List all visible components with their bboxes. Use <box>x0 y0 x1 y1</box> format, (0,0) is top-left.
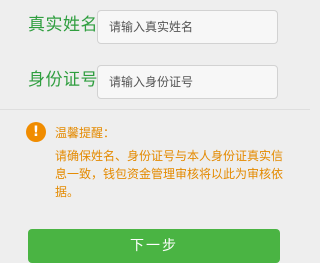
name-row: 真实姓名 <box>0 5 310 49</box>
name-input[interactable] <box>97 10 278 44</box>
name-label: 真实姓名 <box>28 15 98 35</box>
id-row: 身份证号 <box>0 60 310 104</box>
next-button[interactable]: 下一步 <box>28 229 280 263</box>
notice-title: 温馨提醒： <box>55 126 116 140</box>
id-label: 身份证号 <box>28 70 98 90</box>
notice-text: 请确保姓名、身份证号与本人身份证真实信息一致，钱包资金管理审核将以此为审核依据。 <box>55 149 284 199</box>
divider <box>0 109 310 110</box>
id-number-input[interactable] <box>97 65 278 99</box>
warning-icon: ! <box>26 122 46 142</box>
